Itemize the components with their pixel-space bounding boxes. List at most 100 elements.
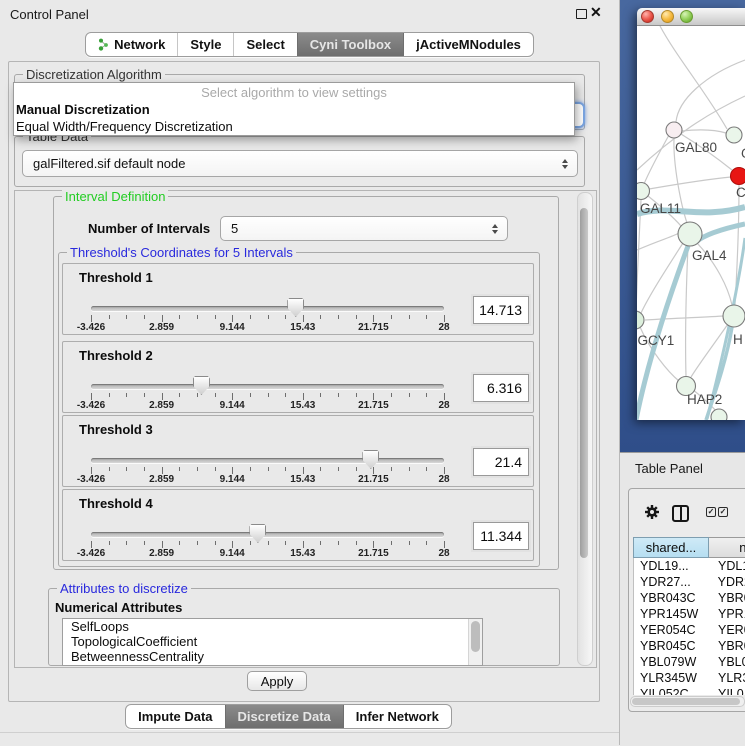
- slider-tick: [268, 315, 269, 319]
- threshold-box: Threshold 3 -3.4262.8599.14415.4321.7152…: [62, 415, 534, 487]
- threshold-value-field[interactable]: 14.713: [473, 296, 529, 324]
- network-edge: [676, 60, 745, 122]
- column-header-shared-name[interactable]: shared...: [633, 537, 709, 558]
- combo-arrows-icon: [492, 224, 498, 234]
- slider-track[interactable]: [91, 458, 444, 463]
- attribute-list-item[interactable]: TopologicalCoefficient: [63, 634, 482, 649]
- slider-thumb[interactable]: [362, 450, 379, 469]
- slider-tick-label: -3.426: [77, 474, 105, 485]
- table-row[interactable]: YBR045CYBR0: [634, 638, 745, 654]
- panel-scrollbar-thumb[interactable]: [580, 208, 588, 558]
- slider-tick-label: 2.859: [149, 322, 174, 333]
- list-scrollbar-thumb[interactable]: [471, 621, 480, 652]
- float-icon[interactable]: [576, 9, 587, 19]
- close-icon[interactable]: ✕: [590, 4, 602, 21]
- dropdown-option[interactable]: Manual Discretization: [14, 101, 574, 118]
- table-row[interactable]: YLR345WYLR3: [634, 670, 745, 686]
- tab-jactivemnodules[interactable]: jActiveMNodules: [403, 33, 533, 56]
- zoom-traffic-light-icon[interactable]: [680, 10, 693, 23]
- slider-tick: [338, 315, 339, 319]
- algorithm-dropdown: Select algorithm to view settings Manual…: [13, 82, 575, 136]
- slider-thumb[interactable]: [287, 298, 304, 317]
- list-scrollbar[interactable]: [468, 619, 482, 665]
- tab-label: jActiveMNodules: [416, 33, 521, 56]
- slider-track[interactable]: [91, 532, 444, 537]
- network-graph[interactable]: GAL80GACGAL11GAL4GCY1HHAP2: [637, 26, 745, 420]
- table-row[interactable]: YBR043CYBR0: [634, 590, 745, 606]
- column-layout-icon[interactable]: [672, 505, 689, 522]
- dropdown-option[interactable]: Equal Width/Frequency Discretization: [14, 118, 574, 135]
- slider-tick: [320, 315, 321, 319]
- tab-label: Infer Network: [356, 705, 439, 728]
- cell-shared-name: YIL052C: [634, 686, 710, 695]
- threshold-value-field[interactable]: 21.4: [473, 448, 529, 476]
- tab-discretize-data[interactable]: Discretize Data: [225, 705, 343, 728]
- numerical-attributes-list[interactable]: SelfLoopsTopologicalCoefficientBetweenne…: [62, 618, 483, 666]
- table-row[interactable]: YIL052CYIL0: [634, 686, 745, 695]
- apply-button[interactable]: Apply: [247, 671, 307, 691]
- select-columns-icon[interactable]: ✓ ✓: [706, 507, 728, 517]
- tab-label: Impute Data: [138, 705, 212, 728]
- slider-tick: [179, 467, 180, 471]
- slider-thumb[interactable]: [193, 376, 210, 395]
- table-row[interactable]: YDR27...YDR2: [634, 574, 745, 590]
- table-row[interactable]: YER054CYER0: [634, 622, 745, 638]
- slider-tick: [320, 393, 321, 397]
- network-node[interactable]: [678, 222, 702, 246]
- network-node[interactable]: [637, 311, 644, 329]
- attribute-list-item[interactable]: SelfLoops: [63, 619, 482, 634]
- slider-tick-label: 2.859: [149, 474, 174, 485]
- table-hscrollbar-thumb[interactable]: [632, 698, 740, 705]
- tab-select[interactable]: Select: [233, 33, 296, 56]
- table-header: shared... na: [633, 537, 745, 558]
- tab-infer-network[interactable]: Infer Network: [343, 705, 451, 728]
- threshold-box: Threshold 4 -3.4262.8599.14415.4321.7152…: [62, 489, 534, 561]
- network-node[interactable]: [731, 168, 745, 185]
- close-traffic-light-icon[interactable]: [641, 10, 654, 23]
- threshold-value-field[interactable]: 11.344: [473, 522, 529, 550]
- minimize-traffic-light-icon[interactable]: [661, 10, 674, 23]
- divider: [0, 732, 619, 733]
- slider-tick-label: 15.43: [290, 322, 315, 333]
- tab-cyni-toolbox[interactable]: Cyni Toolbox: [297, 33, 403, 56]
- network-node[interactable]: [723, 305, 745, 327]
- threshold-label: Threshold 2: [79, 348, 153, 363]
- slider-tick-label: 28: [438, 548, 449, 559]
- cell-name: YBR0: [710, 590, 745, 606]
- threshold-label: Threshold 1: [79, 270, 153, 285]
- table-row[interactable]: YPR145WYPR1: [634, 606, 745, 622]
- network-node[interactable]: [666, 122, 682, 138]
- table-row[interactable]: YDL19...YDL1: [634, 558, 745, 574]
- slider-tick: [356, 393, 357, 397]
- panel-scrollbar[interactable]: [577, 192, 593, 666]
- num-intervals-label: Number of Intervals: [88, 221, 210, 236]
- tab-impute-data[interactable]: Impute Data: [126, 705, 224, 728]
- slider-tick: [250, 541, 251, 545]
- cell-shared-name: YPR145W: [634, 606, 710, 622]
- network-edge: [682, 130, 726, 133]
- slider-tick: [179, 315, 180, 319]
- network-window-titlebar[interactable]: [637, 8, 745, 26]
- slider-tick: [285, 467, 286, 471]
- threshold-value-field[interactable]: 6.316: [473, 374, 529, 402]
- network-node[interactable]: [711, 409, 727, 420]
- attribute-list-item[interactable]: BetweennessCentrality: [63, 649, 482, 664]
- slider-track[interactable]: [91, 384, 444, 389]
- cell-shared-name: YER054C: [634, 622, 710, 638]
- gear-icon[interactable]: [644, 504, 660, 520]
- slider-tick: [215, 541, 216, 545]
- tab-network[interactable]: Network: [86, 33, 177, 56]
- table-hscrollbar[interactable]: [630, 696, 745, 707]
- slider-tick: [232, 541, 233, 548]
- network-canvas[interactable]: GAL80GACGAL11GAL4GCY1HHAP2: [637, 26, 745, 420]
- network-node[interactable]: [726, 127, 742, 143]
- tab-style[interactable]: Style: [177, 33, 233, 56]
- slider-track[interactable]: [91, 306, 444, 311]
- table-row[interactable]: YBL079WYBL0: [634, 654, 745, 670]
- num-intervals-select[interactable]: 5: [220, 216, 508, 241]
- table-data-select[interactable]: galFiltered.sif default node: [22, 150, 578, 177]
- slider-tick: [303, 315, 304, 322]
- network-node[interactable]: [637, 183, 650, 200]
- column-header-name[interactable]: na: [709, 537, 745, 558]
- slider-thumb[interactable]: [249, 524, 266, 543]
